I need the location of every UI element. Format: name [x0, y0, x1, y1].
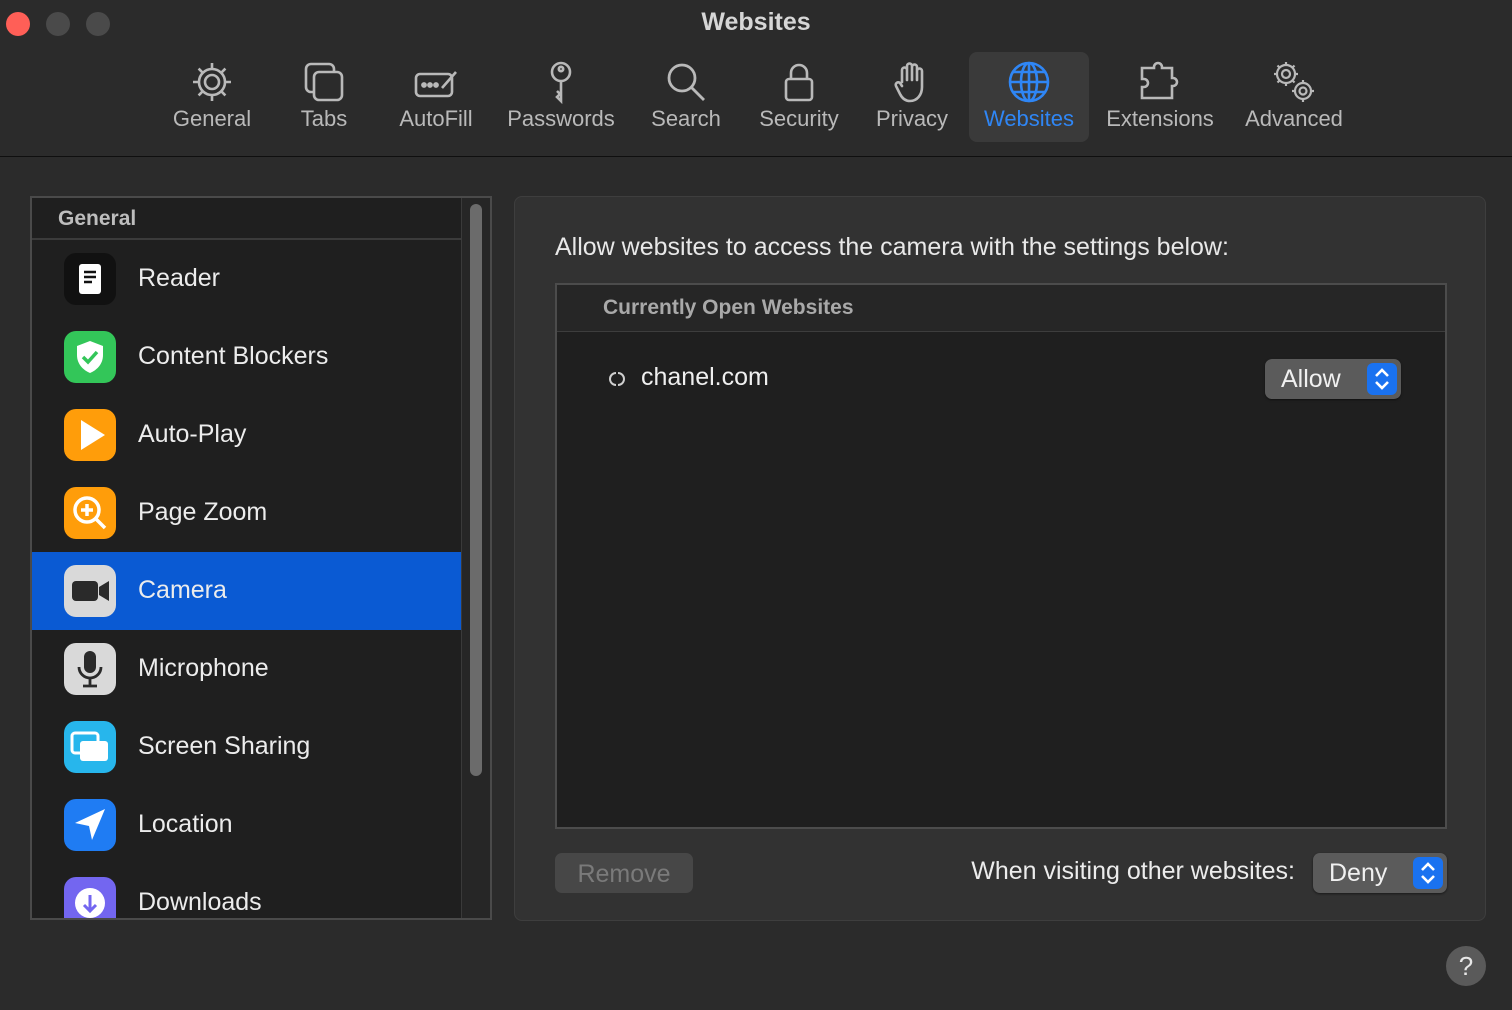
tab-label: Search: [651, 106, 721, 131]
tab-label: Tabs: [300, 106, 348, 131]
chanel-logo-icon: [609, 372, 625, 386]
lock-icon: [784, 63, 814, 102]
tab-extensions[interactable]: Extensions: [1098, 52, 1222, 142]
sidebar-item-label: Location: [138, 810, 233, 838]
site-permission-select[interactable]: Allow: [1265, 359, 1401, 399]
sidebar-item-label: Content Blockers: [138, 342, 329, 370]
tab-label: Privacy: [875, 106, 949, 131]
help-button[interactable]: ?: [1446, 946, 1486, 986]
key-icon: [550, 61, 572, 104]
download-icon: [64, 877, 116, 918]
table-header: Currently Open Websites: [557, 285, 1445, 332]
shield-check-icon: [64, 331, 116, 383]
toolbar: Websites General Tabs AutoFill Passwords…: [0, 0, 1512, 157]
sidebar-item-screen-sharing[interactable]: Screen Sharing: [32, 708, 464, 786]
other-websites-select[interactable]: Deny: [1313, 853, 1447, 893]
tab-label: AutoFill: [399, 106, 473, 131]
magnifier-icon: [667, 63, 705, 101]
other-websites-label: When visiting other websites:: [971, 857, 1295, 885]
sidebar-item-reader[interactable]: Reader: [32, 240, 464, 318]
zoom-icon: [64, 487, 116, 539]
tab-tabs[interactable]: Tabs: [282, 52, 366, 142]
tab-general[interactable]: General: [160, 52, 264, 142]
sidebar-item-downloads[interactable]: Downloads: [32, 864, 464, 918]
gear-icon: [193, 63, 231, 101]
sidebar-item-label: Camera: [138, 576, 227, 604]
tab-label: Websites: [983, 106, 1075, 131]
reader-icon: [64, 253, 116, 305]
sidebar: General Reader Content Blockers Auto-Pla…: [30, 196, 492, 920]
sidebar-item-label: Microphone: [138, 654, 269, 682]
tab-label: Security: [759, 106, 839, 131]
chevron-updown-icon: [1413, 857, 1443, 889]
sidebar-item-label: Reader: [138, 264, 220, 292]
sidebar-header-label: General: [58, 207, 137, 230]
sidebar-scroll-thumb[interactable]: [470, 204, 482, 776]
sidebar-item-label: Page Zoom: [138, 498, 268, 526]
tab-label: General: [172, 106, 252, 131]
sidebar-item-microphone[interactable]: Microphone: [32, 630, 464, 708]
play-icon: [64, 409, 116, 461]
gears-icon: [1274, 62, 1314, 102]
tab-advanced[interactable]: Advanced: [1236, 52, 1352, 142]
hand-icon: [894, 62, 924, 103]
microphone-icon: [64, 643, 116, 695]
window-title: Websites: [701, 8, 811, 36]
tab-label: Extensions: [1106, 106, 1214, 131]
remove-button[interactable]: Remove: [555, 853, 693, 893]
camera-settings-panel: Allow websites to access the camera with…: [514, 196, 1486, 921]
remove-button-label: Remove: [577, 860, 671, 888]
autofill-icon: [414, 71, 457, 98]
other-websites-value: Deny: [1329, 859, 1388, 887]
sidebar-item-label: Downloads: [138, 888, 262, 916]
panel-instruction: Allow websites to access the camera with…: [555, 233, 1229, 261]
puzzle-icon: [1140, 61, 1179, 100]
tab-search[interactable]: Search: [640, 52, 732, 142]
site-permission-value: Allow: [1281, 365, 1341, 393]
sidebar-item-label: Screen Sharing: [138, 732, 311, 760]
tab-label: Passwords: [507, 106, 615, 131]
chevron-updown-icon: [1367, 363, 1397, 395]
sidebar-item-location[interactable]: Location: [32, 786, 464, 864]
camera-icon: [64, 565, 116, 617]
sidebar-item-auto-play[interactable]: Auto-Play: [32, 396, 464, 474]
preferences-tabs: General Tabs AutoFill Passwords Search S…: [0, 52, 1512, 142]
sidebar-item-content-blockers[interactable]: Content Blockers: [32, 318, 464, 396]
sidebar-header: General: [32, 198, 464, 240]
websites-table: Currently Open Websites chanel.com Allow: [555, 283, 1447, 829]
table-row[interactable]: chanel.com Allow: [557, 355, 1445, 405]
globe-icon: [1008, 61, 1050, 103]
sidebar-scrollbar[interactable]: [461, 198, 490, 918]
tab-security[interactable]: Security: [748, 52, 850, 142]
tab-passwords[interactable]: Passwords: [500, 52, 622, 142]
tab-websites[interactable]: Websites: [969, 52, 1089, 142]
tabs-icon: [304, 62, 344, 102]
sidebar-item-page-zoom[interactable]: Page Zoom: [32, 474, 464, 552]
help-icon: ?: [1458, 951, 1474, 981]
site-name: chanel.com: [641, 363, 769, 391]
tab-privacy[interactable]: Privacy: [866, 52, 958, 142]
location-arrow-icon: [64, 799, 116, 851]
sidebar-item-camera[interactable]: Camera: [32, 552, 464, 630]
table-header-label: Currently Open Websites: [603, 296, 854, 319]
sidebar-item-label: Auto-Play: [138, 420, 247, 448]
tab-autofill[interactable]: AutoFill: [384, 52, 488, 142]
screen-sharing-icon: [64, 721, 116, 773]
tab-label: Advanced: [1245, 106, 1343, 131]
